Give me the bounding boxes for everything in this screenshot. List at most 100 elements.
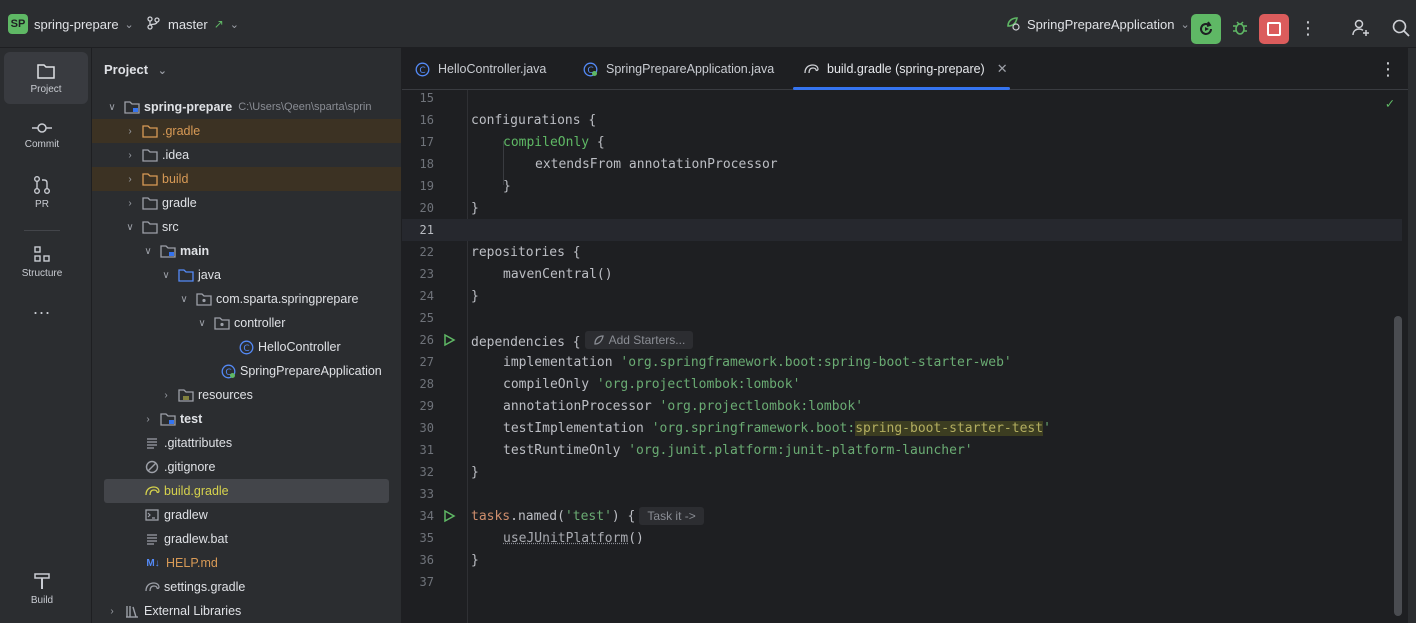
module-folder-icon: [160, 243, 176, 259]
chevron-down-icon: ⌄: [229, 18, 240, 31]
tree-item-label: gradle: [162, 196, 197, 210]
excluded-folder-icon: [142, 171, 158, 187]
line-number: 16: [419, 113, 434, 127]
line-number: 20: [419, 201, 434, 215]
tab-springprepareapplication[interactable]: C SpringPrepareApplication.java: [582, 48, 774, 90]
code-line: 20 }: [402, 197, 1402, 219]
line-number: 27: [419, 355, 434, 369]
run-config-selector[interactable]: SpringPrepareApplication ⌄: [1004, 12, 1190, 36]
tree-item-gitignore[interactable]: .gitignore: [92, 455, 401, 479]
rerun-button[interactable]: [1191, 14, 1221, 44]
collapsed-arrow-icon: ›: [128, 197, 132, 209]
project-tool-button[interactable]: Project: [4, 52, 88, 104]
build-tool-button[interactable]: Build: [0, 562, 84, 614]
run-gutter-icon[interactable]: [442, 333, 456, 347]
tree-item-build-gradle[interactable]: build.gradle: [104, 479, 389, 503]
tree-item-hellocontroller[interactable]: C HelloController: [92, 335, 401, 359]
tree-item-gradle[interactable]: › gradle: [92, 191, 401, 215]
vertical-scrollbar[interactable]: [1394, 316, 1402, 616]
line-number: 26: [419, 333, 434, 347]
project-panel: Project ⌄ ∨ spring-prepare C:\Users\Qeen…: [92, 48, 402, 623]
project-panel-header[interactable]: Project ⌄: [104, 62, 167, 77]
right-tool-window-bar: [1408, 48, 1416, 623]
tree-item-label: SpringPrepareApplication: [240, 364, 382, 378]
line-number: 21: [419, 223, 434, 237]
line-number: 34: [419, 509, 434, 523]
code-text: mavenCentral(): [503, 266, 613, 282]
tree-item-package[interactable]: ∨ com.sparta.springprepare: [92, 287, 401, 311]
tree-item-main[interactable]: ∨ main: [92, 239, 401, 263]
tree-item-idea[interactable]: › .idea: [92, 143, 401, 167]
text-file-icon: [144, 435, 160, 451]
tree-item-gradlew-bat[interactable]: gradlew.bat: [92, 527, 401, 551]
tree-item-build-folder[interactable]: › build: [92, 167, 401, 191]
expanded-arrow-icon: ∨: [108, 101, 116, 113]
tree-item-java[interactable]: ∨ java: [92, 263, 401, 287]
structure-tool-button[interactable]: Structure: [0, 235, 84, 287]
branch-switcher[interactable]: master ↗ ⌄: [146, 12, 239, 36]
main-toolbar: SP spring-prepare ⌄ master ↗ ⌄ SpringPre…: [0, 0, 1416, 48]
tree-item-controller[interactable]: ∨ controller: [92, 311, 401, 335]
code-text: extendsFrom annotationProcessor: [535, 156, 778, 172]
collapsed-arrow-icon: ›: [110, 605, 114, 617]
branch-name: master: [168, 16, 208, 32]
code-line: 30 testImplementation 'org.springframewo…: [402, 417, 1402, 439]
tree-item-resources[interactable]: › resources: [92, 383, 401, 407]
pull-request-icon: [34, 175, 50, 194]
tree-item-test[interactable]: › test: [92, 407, 401, 431]
code-line: 28 compileOnly 'org.projectlombok:lombok…: [402, 373, 1402, 395]
folder-icon: [142, 195, 158, 211]
more-actions-button[interactable]: ⋮: [1294, 14, 1322, 42]
code-line: 33: [402, 483, 1402, 505]
editor-tabs: C HelloController.java C SpringPrepareAp…: [402, 48, 1416, 90]
tree-item-help-md[interactable]: M↓ HELP.md: [92, 551, 401, 575]
debug-button[interactable]: [1226, 14, 1254, 42]
chevron-down-icon: ⌄: [1180, 18, 1190, 31]
line-number: 30: [419, 421, 434, 435]
tree-item-gradlew[interactable]: gradlew: [92, 503, 401, 527]
line-number: 24: [419, 289, 434, 303]
tree-item-label: .gitattributes: [164, 436, 233, 450]
tab-hellocontroller[interactable]: C HelloController.java: [414, 48, 546, 90]
tree-item-label: src: [162, 220, 179, 234]
code-editor[interactable]: ✓ 15 16 configurations { 17 compileOnly …: [402, 90, 1416, 623]
stop-button[interactable]: [1259, 14, 1289, 44]
folder-icon: [142, 219, 158, 235]
code-text: testRuntimeOnly 'org.junit.platform:juni…: [503, 442, 973, 458]
tree-item-src[interactable]: ∨ src: [92, 215, 401, 239]
collapsed-arrow-icon: ›: [128, 149, 132, 161]
code-with-me-button[interactable]: [1347, 14, 1375, 42]
tree-item-spring-prepare[interactable]: ∨ spring-prepare C:\Users\Qeen\sparta\sp…: [92, 95, 401, 119]
code-text: }: [471, 552, 479, 568]
commit-tool-button[interactable]: Commit: [0, 109, 84, 161]
tree-item-external-libraries[interactable]: › External Libraries: [92, 599, 401, 623]
tree-item-label: .gitignore: [164, 460, 216, 474]
tree-item-gitattributes[interactable]: .gitattributes: [92, 431, 401, 455]
code-line: 31 testRuntimeOnly 'org.junit.platform:j…: [402, 439, 1402, 461]
run-gutter-icon[interactable]: [442, 509, 456, 523]
tree-item-gradle-hidden[interactable]: › .gradle: [92, 119, 401, 143]
code-text: implementation 'org.springframework.boot…: [503, 354, 1012, 370]
tab-options-button[interactable]: ⋮: [1374, 55, 1402, 83]
close-icon[interactable]: ✕: [997, 61, 1008, 77]
svg-text:C: C: [419, 66, 425, 76]
collapsed-arrow-icon: ›: [128, 125, 132, 137]
search-everywhere-button[interactable]: [1387, 14, 1415, 42]
code-text: }: [471, 200, 479, 216]
code-line: 16 configurations {: [402, 109, 1402, 131]
tree-item-springprepareapplication[interactable]: C SpringPrepareApplication: [92, 359, 401, 383]
tool-window-bar: Project Commit PR Structure ... Build: [0, 48, 92, 623]
code-line: 23 mavenCentral(): [402, 263, 1402, 285]
pr-tool-button[interactable]: PR: [0, 166, 84, 218]
tab-build-gradle[interactable]: build.gradle (spring-prepare) ✕: [793, 48, 1010, 90]
tree-item-settings-gradle[interactable]: settings.gradle: [92, 575, 401, 599]
add-starters-hint[interactable]: Add Starters...: [584, 330, 694, 349]
tree-item-label: com.sparta.springprepare: [216, 292, 359, 306]
project-switcher[interactable]: SP spring-prepare ⌄: [8, 12, 134, 36]
gradle-elephant-icon: [144, 579, 160, 595]
bug-icon: [1233, 21, 1247, 35]
code-text: repositories {: [471, 244, 581, 260]
line-number: 19: [419, 179, 434, 193]
more-tools-button[interactable]: ...: [0, 282, 84, 334]
build-tool-label: Build: [30, 594, 54, 606]
